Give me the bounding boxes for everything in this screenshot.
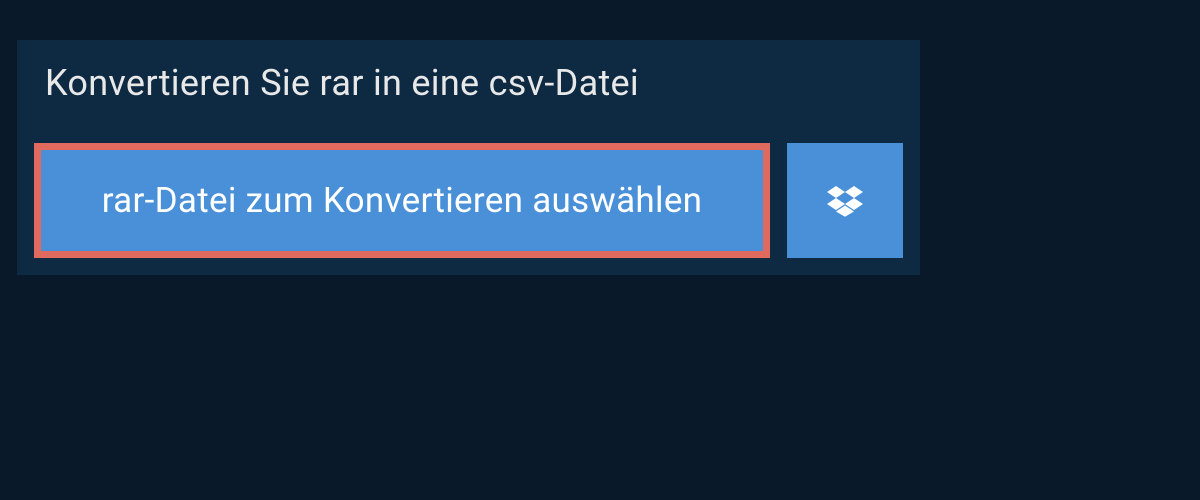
select-file-button[interactable]: rar-Datei zum Konvertieren auswählen (34, 143, 770, 258)
button-row: rar-Datei zum Konvertieren auswählen (17, 126, 920, 275)
title-bar: Konvertieren Sie rar in eine csv-Datei (17, 40, 667, 126)
converter-panel: Konvertieren Sie rar in eine csv-Datei r… (17, 40, 920, 275)
dropbox-button[interactable] (787, 143, 903, 258)
select-file-button-label: rar-Datei zum Konvertieren auswählen (102, 180, 703, 221)
page-title: Konvertieren Sie rar in eine csv-Datei (45, 62, 639, 104)
dropbox-icon (827, 183, 863, 219)
